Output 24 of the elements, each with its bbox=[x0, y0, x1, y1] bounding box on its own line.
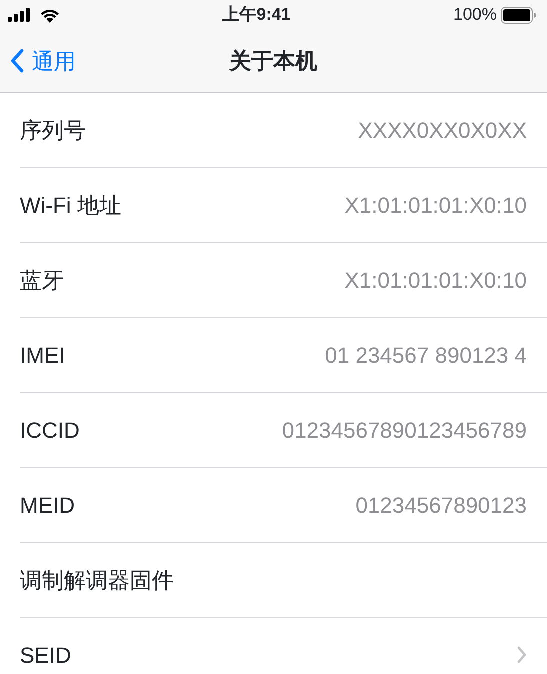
wifi-icon bbox=[40, 8, 60, 22]
row-label: SEID bbox=[20, 642, 72, 670]
battery-percent: 100% bbox=[454, 4, 497, 26]
signal-icon bbox=[8, 8, 32, 22]
page-title: 关于本机 bbox=[230, 48, 318, 76]
row-value: 01234567890123456789 bbox=[282, 416, 527, 444]
row-value: XXXX0XX0X0XX bbox=[358, 116, 527, 144]
row-label: Wi-Fi 地址 bbox=[20, 192, 122, 220]
battery-icon bbox=[500, 6, 537, 24]
back-chevron-icon bbox=[10, 49, 24, 73]
row-label: ICCID bbox=[20, 416, 80, 444]
row-label: 序列号 bbox=[20, 116, 86, 144]
row-label: MEID bbox=[20, 492, 75, 520]
status-time: 上午9:41 bbox=[222, 4, 291, 26]
row-value: X1:01:01:01:X0:10 bbox=[344, 266, 527, 294]
row-label: IMEI bbox=[20, 342, 66, 370]
row-value: 01 234567 890123 4 bbox=[325, 342, 527, 370]
row-value: 01234567890123 bbox=[356, 492, 527, 520]
back-button[interactable]: 通用 bbox=[0, 41, 76, 81]
row-label: 蓝牙 bbox=[20, 266, 64, 294]
chevron-icon bbox=[517, 646, 527, 664]
row-label: 调制解调器固件 bbox=[20, 566, 174, 594]
row-value: X1:01:01:01:X0:10 bbox=[344, 192, 527, 220]
list-row[interactable]: SEID bbox=[20, 618, 547, 674]
